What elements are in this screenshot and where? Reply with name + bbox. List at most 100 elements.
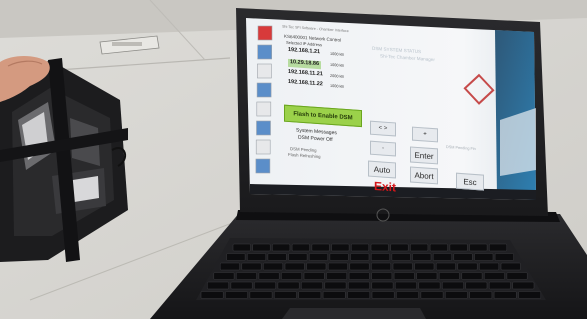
keyboard-key <box>432 253 452 261</box>
keyboard-key <box>493 291 517 299</box>
exit-button[interactable]: Exit <box>374 179 396 195</box>
keyboard-key <box>226 253 246 261</box>
ip-row-3[interactable]: 192.168.11.21 <box>288 69 323 78</box>
keyboard-key <box>371 272 393 280</box>
keyboard-key <box>200 291 224 299</box>
keyboard-key <box>469 291 493 299</box>
keyboard-key <box>435 262 456 271</box>
keyboard-key <box>263 262 284 271</box>
keyboard-key <box>291 243 310 252</box>
ip-row-2-value: 1000 kB <box>330 62 344 68</box>
keyboard-key <box>414 262 435 271</box>
keyboard-key <box>512 281 535 290</box>
keyboard-key <box>410 243 429 252</box>
keyboard-key <box>249 291 273 299</box>
keyboard-key <box>306 262 327 271</box>
ip-row-1[interactable]: 192.168.1.21 <box>288 47 320 56</box>
keyboard-key <box>484 272 505 280</box>
keyboard-key <box>219 262 240 271</box>
keyboard-key <box>230 281 253 290</box>
keyboard-key <box>298 291 322 299</box>
keyboard-key <box>418 281 441 290</box>
keyboard-key <box>225 291 248 299</box>
ip-row-1-value: 1000 kB <box>330 51 344 57</box>
keyboard-key <box>303 272 325 280</box>
key-abort[interactable]: Abort <box>410 166 438 185</box>
keyboard-key <box>281 272 302 280</box>
keyboard-key <box>416 272 438 280</box>
keyboard-key <box>232 243 251 252</box>
keyboard-key <box>331 243 350 252</box>
ip-row-4[interactable]: 192.168.11.22 <box>288 79 323 88</box>
keyboard-key <box>348 281 370 290</box>
company-logo <box>463 73 495 105</box>
keyboard-key <box>213 272 235 280</box>
status-message: DSM Power Off <box>298 134 333 144</box>
keyboard-key <box>207 281 229 290</box>
trackpad <box>282 308 426 319</box>
ip-row-4-value: 1000 kB <box>330 83 344 89</box>
keyboard-key <box>252 243 271 252</box>
flash-enable-dsm-button[interactable]: Flash to Enable DSM <box>284 104 362 128</box>
keyboard-key <box>236 272 257 280</box>
window-title: Shi-Tec SFI Software - Chamber Interface <box>282 24 349 34</box>
keyboard-key <box>390 243 409 252</box>
keyboard-key <box>494 253 514 261</box>
keyboard-key <box>420 291 444 299</box>
keyboard-key <box>351 243 370 252</box>
keyboard-key <box>371 281 394 290</box>
key-esc[interactable]: Esc <box>456 172 484 191</box>
keyboard-key <box>429 243 448 252</box>
keyboard-key <box>247 253 267 261</box>
keyboard-key <box>488 281 511 290</box>
keyboard-key <box>349 262 370 271</box>
keyboard-key <box>465 281 488 290</box>
keyboard-key <box>254 281 276 290</box>
key-plus[interactable]: + <box>412 126 438 143</box>
keyboard-key <box>308 253 328 261</box>
keyboard-key <box>438 272 460 280</box>
keyboard-key <box>442 281 464 290</box>
keyboard-key <box>506 272 528 280</box>
keyboard-key <box>500 262 521 271</box>
key-left-right[interactable]: < > <box>370 120 396 137</box>
keyboard-key <box>489 243 508 252</box>
keyboard-key <box>258 272 280 280</box>
keyboard-key <box>272 243 291 252</box>
keyboard-key <box>350 253 370 261</box>
keyboard-key <box>327 262 348 271</box>
sfi-app-window: Shi-Tec SFI Software - Chamber Interface… <box>246 20 546 229</box>
keyboard-key <box>329 253 349 261</box>
keyboard-key <box>277 281 300 290</box>
keyboard-key <box>311 243 330 252</box>
keyboard-key <box>453 253 473 261</box>
key-auto[interactable]: Auto <box>368 160 396 179</box>
ip-row-2-selected[interactable]: 10.29.18.86 <box>288 58 322 69</box>
key-minus[interactable]: - <box>370 140 396 157</box>
keyboard-key <box>267 253 287 261</box>
keyboard-key <box>371 262 392 271</box>
keyboard-key <box>445 291 468 299</box>
keyboard-key <box>324 281 347 290</box>
key-enter[interactable]: Enter <box>410 146 438 165</box>
keyboard-key <box>391 253 411 261</box>
keyboard-key <box>449 243 468 252</box>
keyboard-key <box>347 291 371 299</box>
keyboard-key <box>274 291 297 299</box>
keyboard-key <box>241 262 262 271</box>
keyboard-key <box>479 262 500 271</box>
keyboard-key <box>284 262 305 271</box>
keyboard-key <box>371 291 395 299</box>
keyboard-key <box>392 262 413 271</box>
keyboard-key <box>396 291 419 299</box>
keyboard-key <box>348 272 370 280</box>
keyboard-key <box>395 281 417 290</box>
keyboard-key <box>469 243 488 252</box>
keyboard-key <box>393 272 415 280</box>
keyboard-key <box>370 243 389 252</box>
keyboard-key <box>301 281 323 290</box>
ip-row-3-value: 2000 kB <box>330 73 344 79</box>
keyboard-key <box>457 262 478 271</box>
sub-status-2: Flash Refreshing <box>288 151 321 160</box>
keyboard-key <box>322 291 346 299</box>
